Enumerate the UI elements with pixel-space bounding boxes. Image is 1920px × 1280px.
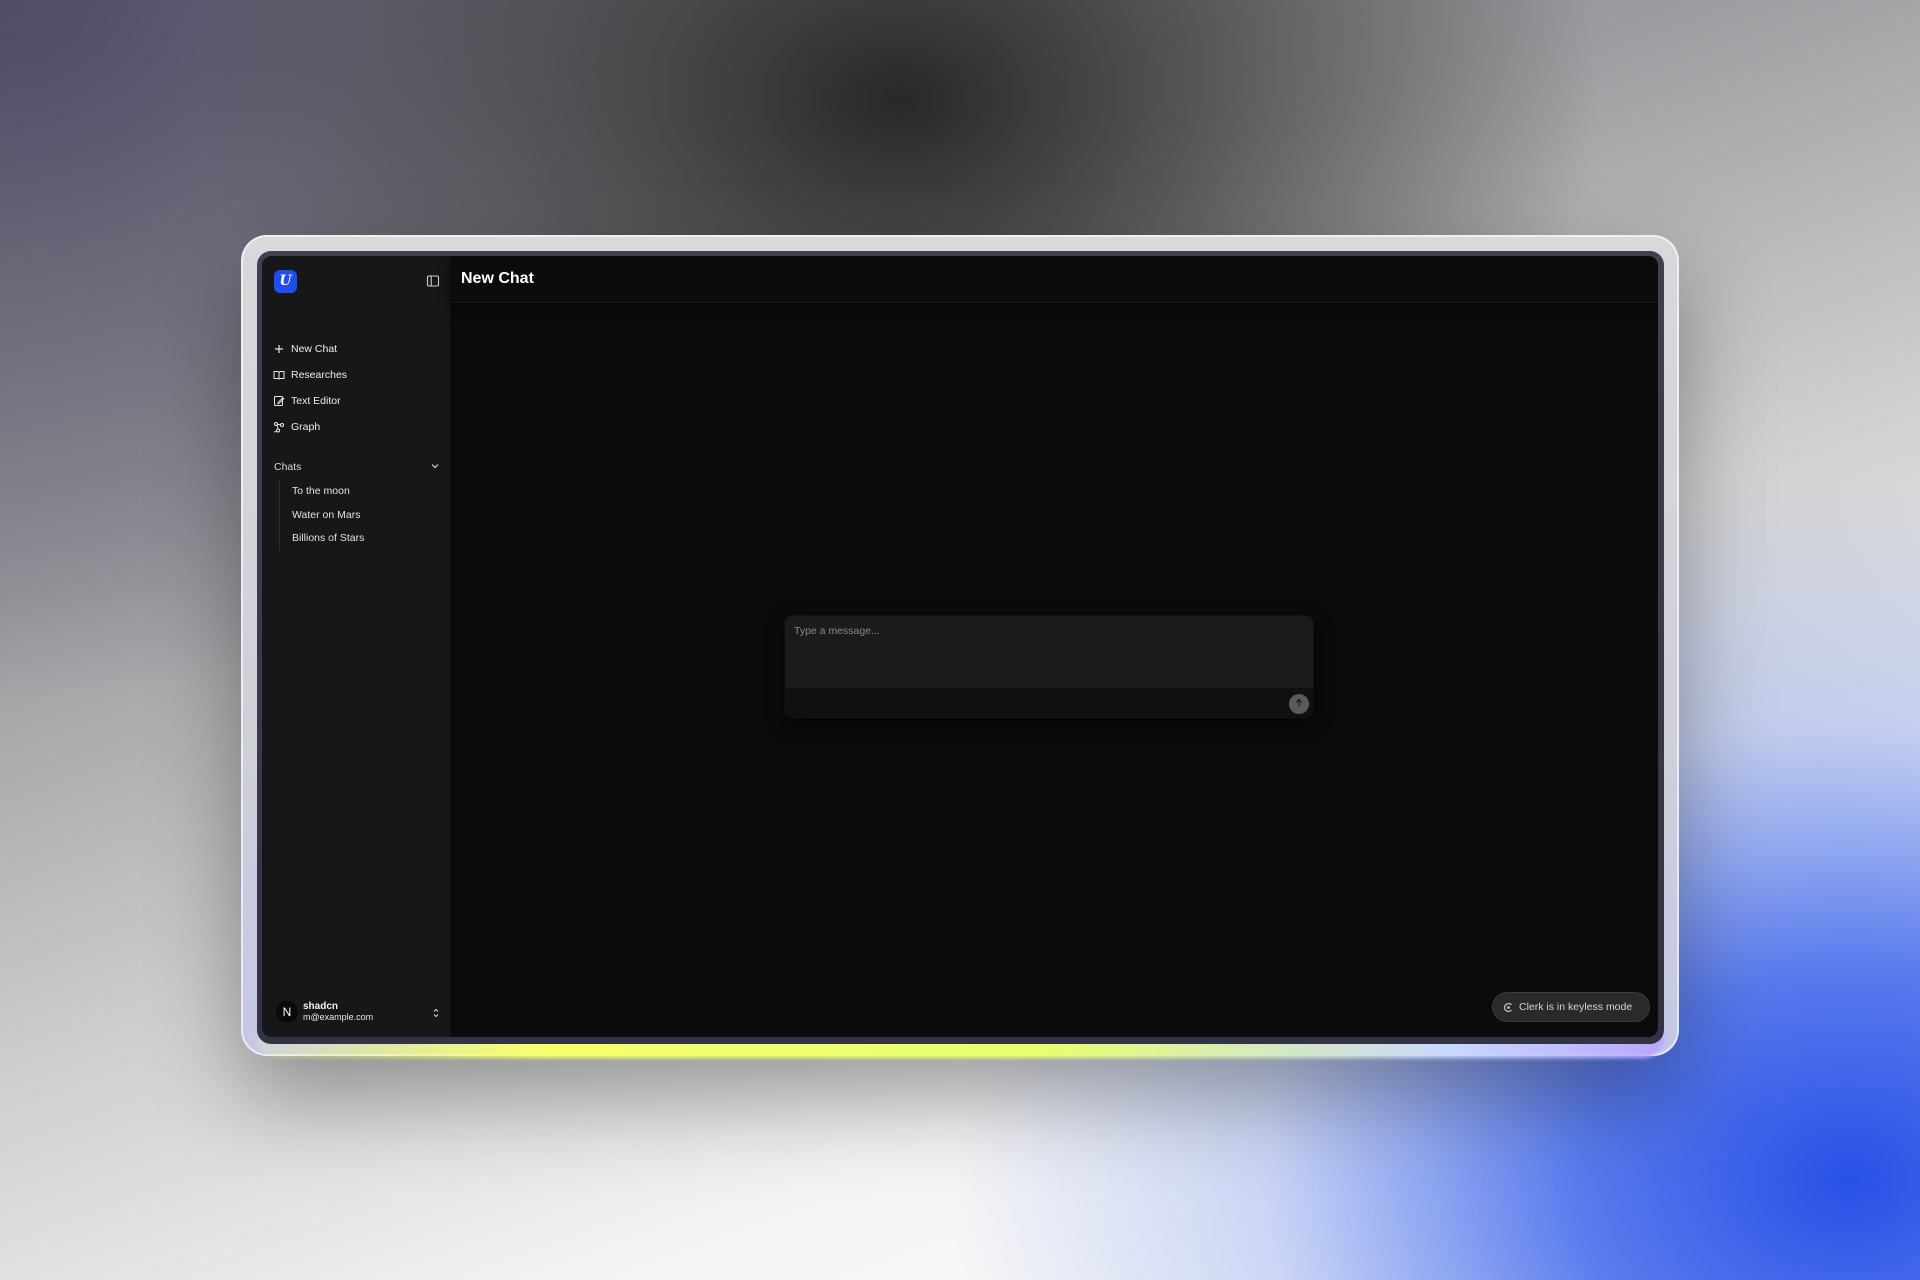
nav-item-new-chat[interactable]: New Chat xyxy=(272,336,442,362)
main-content: New Chat Clerk is in keyless mo xyxy=(450,256,1658,1037)
chevron-down-icon xyxy=(430,461,440,474)
graph-icon xyxy=(272,421,285,434)
nav-item-label: Researches xyxy=(291,369,348,381)
avatar: N xyxy=(276,1001,298,1023)
nav-item-researches[interactable]: Researches xyxy=(272,362,442,388)
user-email: m@example.com xyxy=(303,1012,374,1022)
sidebar-nav: New Chat Researches Text Editor Graph xyxy=(272,336,442,440)
message-input[interactable] xyxy=(785,616,1313,688)
page-header: New Chat xyxy=(450,256,1658,303)
message-composer xyxy=(785,616,1313,718)
chats-section-toggle[interactable]: Chats xyxy=(274,458,440,476)
sidebar: U New Chat Researches Text Editor Graph … xyxy=(262,256,450,1037)
send-button[interactable] xyxy=(1289,694,1309,714)
keyless-mode-badge[interactable]: Clerk is in keyless mode xyxy=(1493,993,1649,1021)
nav-item-graph[interactable]: Graph xyxy=(272,414,442,440)
user-menu[interactable]: N shadcn m@example.com xyxy=(276,998,442,1026)
chat-item-billions-of-stars[interactable]: Billions of Stars xyxy=(292,527,452,551)
chevrons-up-down-icon xyxy=(430,1006,442,1018)
chat-item-water-on-mars[interactable]: Water on Mars xyxy=(292,504,452,528)
plus-icon xyxy=(272,343,285,356)
user-name: shadcn xyxy=(303,1001,339,1012)
user-info: shadcn m@example.com xyxy=(303,1001,430,1023)
nav-item-label: Graph xyxy=(291,421,321,433)
nav-item-label: New Chat xyxy=(291,343,338,355)
keyless-mode-label: Clerk is in keyless mode xyxy=(1519,1001,1633,1013)
nav-item-text-editor[interactable]: Text Editor xyxy=(272,388,442,414)
clerk-icon xyxy=(1503,1002,1514,1013)
app-logo[interactable]: U xyxy=(274,270,297,293)
chats-section-label: Chats xyxy=(274,461,302,473)
chat-item-to-the-moon[interactable]: To the moon xyxy=(292,480,452,504)
app-window: U New Chat Researches Text Editor Graph … xyxy=(262,256,1658,1037)
book-open-icon xyxy=(272,369,285,382)
sidebar-toggle-icon[interactable] xyxy=(426,274,440,288)
chat-list: To the moon Water on Mars Billions of St… xyxy=(279,480,452,551)
page-title: New Chat xyxy=(461,270,534,287)
edit-document-icon xyxy=(272,395,285,408)
arrow-up-icon xyxy=(1294,695,1304,713)
nav-item-label: Text Editor xyxy=(291,395,341,407)
